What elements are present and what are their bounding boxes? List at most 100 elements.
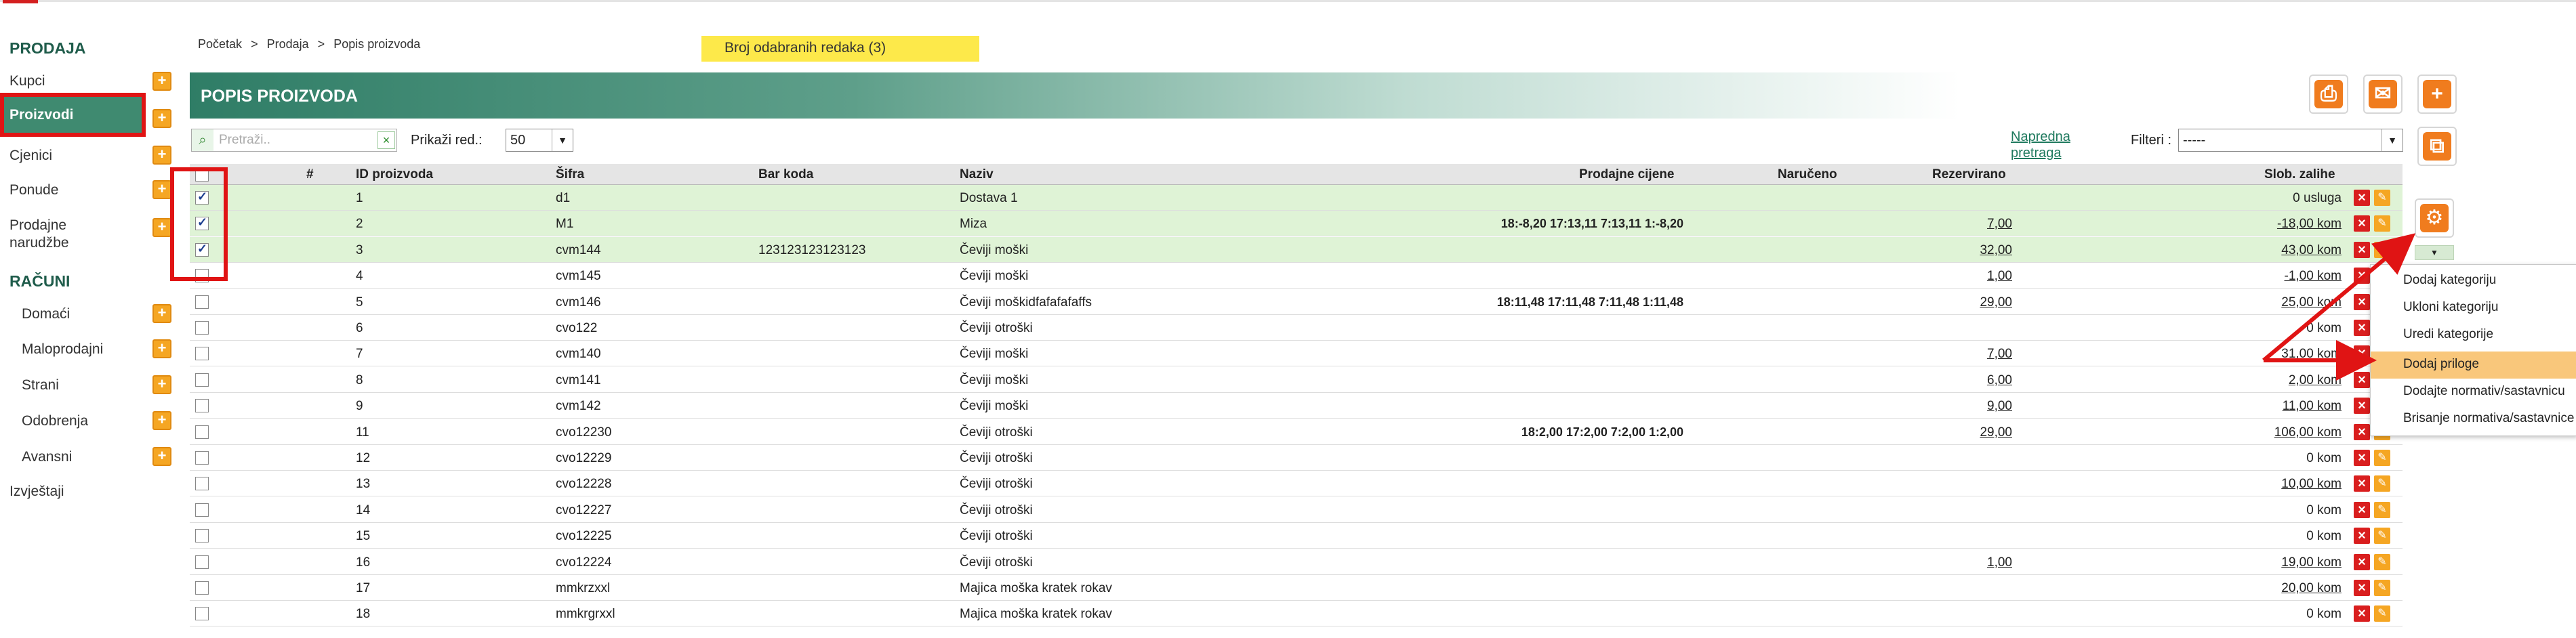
search-box[interactable]: ⌕ Pretraži.. × xyxy=(191,129,397,152)
cell-zalihe[interactable]: 25,00 kom xyxy=(2281,295,2342,310)
delete-icon[interactable]: × xyxy=(2354,345,2370,362)
search-input[interactable]: Pretraži.. xyxy=(219,133,270,148)
delete-icon[interactable]: × xyxy=(2354,424,2370,440)
delete-icon[interactable]: × xyxy=(2354,528,2370,544)
advanced-search-link[interactable]: Napredna pretraga xyxy=(2011,129,2070,161)
cell-zalihe[interactable]: -18,00 kom xyxy=(2277,217,2342,232)
table-row[interactable] xyxy=(190,237,2403,263)
menu-item-delete-normative[interactable]: Brisanje normativa/sastavnice xyxy=(2371,406,2576,433)
col-header-id[interactable]: ID proizvoda xyxy=(356,167,433,182)
col-header-barcode[interactable]: Bar koda xyxy=(758,167,813,182)
delete-icon[interactable]: × xyxy=(2354,554,2370,570)
search-icon[interactable]: ⌕ xyxy=(192,129,213,151)
sidebar-item-odobrenja[interactable]: Odobrenja xyxy=(22,413,88,429)
breadcrumb-home[interactable]: Početak xyxy=(198,37,242,51)
row-checkbox[interactable] xyxy=(195,399,209,412)
table-row[interactable] xyxy=(190,419,2403,445)
add-maloprodajni-plus-icon[interactable]: + xyxy=(152,339,171,358)
col-header-rezervirano[interactable]: Rezervirano xyxy=(1932,167,2006,182)
row-checkbox[interactable] xyxy=(195,555,209,569)
cell-rezervirano[interactable]: 7,00 xyxy=(1987,347,2012,362)
settings-button[interactable]: ⚙ xyxy=(2415,198,2454,238)
sidebar-item-domaci[interactable]: Domaći xyxy=(22,306,70,322)
row-checkbox[interactable] xyxy=(195,373,209,387)
delete-icon[interactable]: × xyxy=(2354,605,2370,622)
delete-icon[interactable]: × xyxy=(2354,475,2370,492)
sidebar-item-prodajne-narudzbe[interactable]: Prodajne narudžbe xyxy=(9,217,104,252)
table-row[interactable] xyxy=(190,393,2403,419)
add-narudzbe-plus-icon[interactable]: + xyxy=(152,218,171,237)
table-row[interactable] xyxy=(190,367,2403,393)
col-header-naziv[interactable]: Naziv xyxy=(960,167,994,182)
row-checkbox[interactable] xyxy=(195,503,209,517)
table-row[interactable] xyxy=(190,341,2403,366)
table-row[interactable] xyxy=(190,445,2403,471)
cell-rezervirano[interactable]: 1,00 xyxy=(1987,269,2012,284)
cell-zalihe[interactable]: 31,00 kom xyxy=(2281,347,2342,362)
pencil-icon[interactable]: ✎ xyxy=(2374,528,2390,544)
add-strani-plus-icon[interactable]: + xyxy=(152,375,171,394)
table-row[interactable] xyxy=(190,497,2403,523)
pencil-icon[interactable]: ✎ xyxy=(2374,580,2390,596)
row-checkbox[interactable] xyxy=(195,477,209,490)
row-checkbox[interactable] xyxy=(195,451,209,465)
add-avansni-plus-icon[interactable]: + xyxy=(152,447,171,466)
table-row[interactable] xyxy=(190,549,2403,575)
table-row[interactable] xyxy=(190,211,2403,236)
delete-icon[interactable]: × xyxy=(2354,242,2370,258)
pencil-icon[interactable]: ✎ xyxy=(2374,242,2390,258)
menu-item-remove-category[interactable]: Ukloni kategoriju xyxy=(2371,295,2576,322)
table-row[interactable] xyxy=(190,263,2403,289)
breadcrumb-sales[interactable]: Prodaja xyxy=(267,37,309,51)
row-checkbox[interactable] xyxy=(195,321,209,335)
delete-icon[interactable]: × xyxy=(2354,268,2370,284)
cell-zalihe[interactable]: 19,00 kom xyxy=(2281,555,2342,570)
cell-rezervirano[interactable]: 29,00 xyxy=(1980,295,2012,310)
table-row[interactable] xyxy=(190,289,2403,315)
table-row[interactable] xyxy=(190,185,2403,211)
email-button[interactable]: ✉ xyxy=(2363,75,2403,114)
delete-icon[interactable]: × xyxy=(2354,450,2370,466)
cell-rezervirano[interactable]: 9,00 xyxy=(1987,399,2012,414)
pencil-icon[interactable]: ✎ xyxy=(2374,475,2390,492)
pencil-icon[interactable]: ✎ xyxy=(2374,215,2390,232)
pencil-icon[interactable]: ✎ xyxy=(2374,554,2390,570)
cell-zalihe[interactable]: 10,00 kom xyxy=(2281,477,2342,492)
cell-zalihe[interactable]: 2,00 kom xyxy=(2289,373,2342,388)
menu-item-edit-categories[interactable]: Uredi kategorije xyxy=(2371,322,2576,349)
pencil-icon[interactable]: ✎ xyxy=(2374,502,2390,518)
sidebar-item-maloprodajni[interactable]: Maloprodajni xyxy=(22,341,103,358)
table-row[interactable] xyxy=(190,471,2403,496)
filters-select[interactable]: ----- ▼ xyxy=(2178,129,2403,152)
row-checkbox[interactable] xyxy=(195,607,209,620)
clear-search-icon[interactable]: × xyxy=(377,131,395,149)
table-row[interactable] xyxy=(190,523,2403,549)
cell-rezervirano[interactable]: 6,00 xyxy=(1987,373,2012,388)
row-checkbox[interactable] xyxy=(195,581,209,595)
delete-icon[interactable]: × xyxy=(2354,320,2370,336)
row-checkbox[interactable] xyxy=(195,529,209,543)
delete-icon[interactable]: × xyxy=(2354,502,2370,518)
sidebar-item-izvjestaji[interactable]: Izvještaji xyxy=(9,484,64,500)
cell-zalihe[interactable]: 20,00 kom xyxy=(2281,581,2342,596)
col-header-zalihe[interactable]: Slob. zalihe xyxy=(2264,167,2335,182)
add-product-button[interactable]: + xyxy=(2417,75,2457,114)
cell-zalihe[interactable]: 11,00 kom xyxy=(2283,399,2342,414)
delete-icon[interactable]: × xyxy=(2354,580,2370,596)
delete-icon[interactable]: × xyxy=(2354,372,2370,388)
cell-rezervirano[interactable]: 1,00 xyxy=(1987,555,2012,570)
print-button[interactable]: ⎙ xyxy=(2309,75,2348,114)
settings-dropdown-toggle[interactable]: ▼ xyxy=(2415,245,2454,260)
table-row[interactable] xyxy=(190,315,2403,341)
menu-item-add-normative[interactable]: Dodajte normativ/sastavnicu xyxy=(2371,379,2576,406)
add-odobrenja-plus-icon[interactable]: + xyxy=(152,411,171,430)
col-header-number[interactable]: # xyxy=(306,167,314,182)
cell-rezervirano[interactable]: 32,00 xyxy=(1980,243,2012,258)
cell-rezervirano[interactable]: 29,00 xyxy=(1980,425,2012,440)
delete-icon[interactable]: × xyxy=(2354,398,2370,414)
copy-button[interactable]: ⧉ xyxy=(2417,127,2457,166)
add-ponude-plus-icon[interactable]: + xyxy=(152,180,171,199)
row-checkbox[interactable] xyxy=(195,295,209,309)
delete-icon[interactable]: × xyxy=(2354,190,2370,206)
add-kupci-plus-icon[interactable]: + xyxy=(152,72,171,91)
